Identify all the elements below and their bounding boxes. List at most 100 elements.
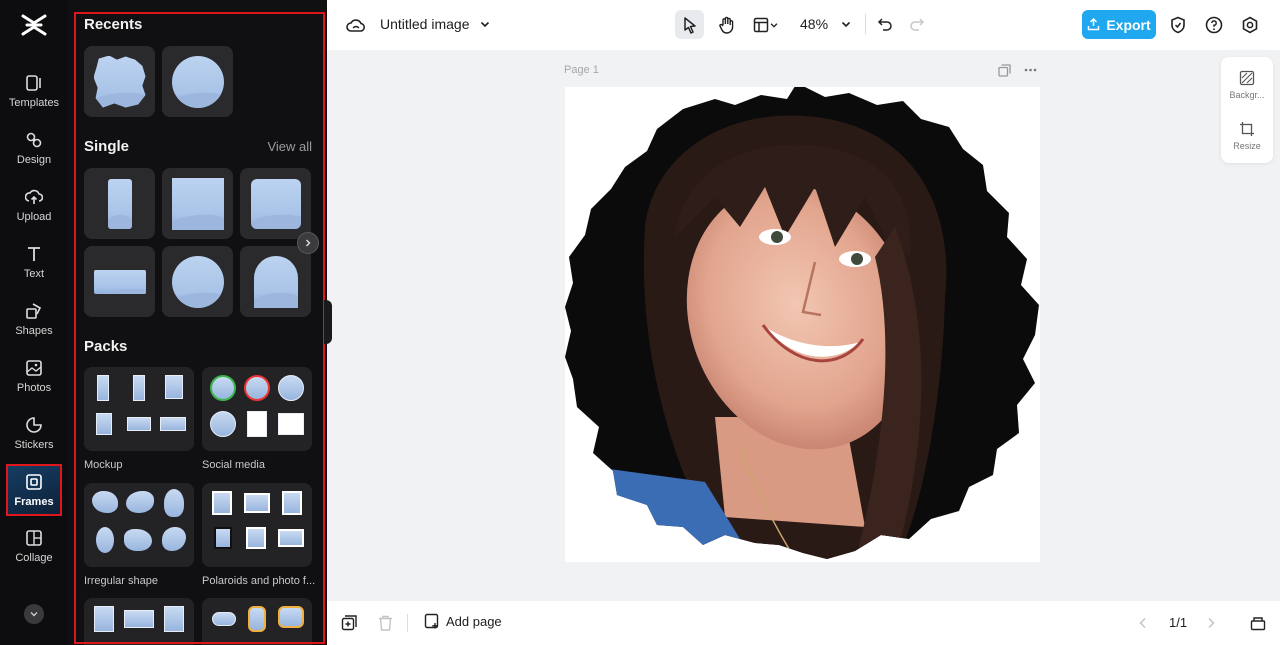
pack-speech-bubbles[interactable]	[202, 598, 312, 645]
next-page-button[interactable]	[1202, 614, 1220, 632]
single-frame-arch[interactable]	[240, 246, 311, 317]
rail-label-text: Text	[23, 267, 45, 280]
pack-torn-paper[interactable]	[84, 598, 194, 645]
rail-item-text[interactable]: Text	[6, 237, 62, 287]
background-tool-button[interactable]: Backgr...	[1221, 61, 1273, 109]
export-label: Export	[1106, 16, 1151, 33]
document-title[interactable]: Untitled image	[380, 16, 470, 32]
page-more-button[interactable]	[1022, 62, 1038, 78]
undo-button[interactable]	[874, 13, 896, 35]
cloud-save-button[interactable]	[345, 14, 367, 36]
shield-icon	[1171, 16, 1185, 34]
single-frame-phone[interactable]	[84, 168, 155, 239]
pack-label-irregular-shape: Irregular shape	[84, 575, 158, 587]
frames-panel: Recents Single View all Packs Mockup Soc…	[68, 0, 327, 645]
rail-item-templates[interactable]: Templates	[6, 66, 62, 116]
torn-frame-thumbnail	[93, 55, 146, 108]
single-frame-wide[interactable]	[84, 246, 155, 317]
view-all-link[interactable]: View all	[267, 139, 312, 154]
gear-icon	[1242, 16, 1258, 34]
background-icon	[1239, 70, 1255, 86]
redo-icon	[910, 18, 925, 31]
stickers-icon	[26, 416, 42, 433]
trash-icon	[378, 615, 392, 631]
background-tool-label: Backgr...	[1229, 90, 1265, 100]
add-page-icon	[424, 613, 439, 629]
select-tool-button[interactable]	[675, 10, 704, 39]
rail-label-frames: Frames	[14, 495, 54, 508]
layout-menu-button[interactable]	[748, 10, 784, 39]
frames-icon	[26, 473, 42, 490]
design-page[interactable]	[565, 87, 1040, 562]
collage-icon	[26, 529, 42, 546]
bottom-divider	[407, 614, 408, 632]
circle-frame-thumbnail	[171, 255, 224, 308]
rail-item-shapes[interactable]: Shapes	[6, 294, 62, 344]
rail-item-collage[interactable]: Collage	[6, 521, 62, 571]
left-rail: Templates Design Upload Text Shapes Phot…	[0, 0, 68, 645]
recents-title: Recents	[84, 16, 143, 33]
single-frame-square[interactable]	[162, 168, 233, 239]
upload-icon	[25, 189, 43, 204]
add-page-button[interactable]: Add page	[424, 613, 502, 629]
more-horizontal-icon	[1024, 68, 1036, 72]
arch-frame-thumbnail	[253, 255, 298, 308]
rail-item-upload[interactable]: Upload	[6, 180, 62, 230]
rail-item-design[interactable]: Design	[6, 123, 62, 173]
rail-label-design: Design	[16, 153, 52, 166]
recent-frame-circle[interactable]	[162, 46, 233, 117]
single-title: Single	[84, 138, 130, 155]
top-bar: Untitled image 48% Export	[327, 0, 1280, 50]
pages-icon	[1250, 617, 1266, 631]
more-tools-button[interactable]	[24, 604, 44, 624]
zoom-level[interactable]: 48%	[800, 16, 828, 32]
duplicate-page-button[interactable]	[996, 62, 1012, 78]
add-element-button[interactable]	[340, 614, 358, 632]
pack-label-social-media: Social media	[202, 459, 265, 471]
design-icon	[26, 132, 42, 147]
wide-frame-thumbnail	[93, 269, 146, 294]
settings-button[interactable]	[1239, 14, 1261, 36]
panel-collapse-handle[interactable]	[324, 300, 332, 344]
phone-frame-thumbnail	[107, 178, 132, 229]
resize-tool-button[interactable]: Resize	[1221, 112, 1273, 160]
shapes-icon	[26, 302, 42, 319]
rail-item-frames[interactable]: Frames	[6, 464, 62, 516]
zoom-dropdown[interactable]	[838, 15, 854, 33]
text-icon	[28, 246, 40, 261]
title-dropdown[interactable]	[477, 15, 493, 33]
pack-social-media[interactable]	[202, 367, 312, 451]
chevron-right-icon	[1208, 617, 1215, 629]
capcut-logo[interactable]	[20, 12, 48, 38]
framed-portrait-photo[interactable]	[565, 87, 1040, 562]
export-button[interactable]: Export	[1082, 10, 1156, 39]
hand-tool-button[interactable]	[712, 10, 741, 39]
rail-item-stickers[interactable]: Stickers	[6, 408, 62, 458]
layout-icon	[753, 17, 769, 32]
rail-label-stickers: Stickers	[14, 438, 54, 451]
toolbar-divider	[865, 14, 866, 34]
page-counter: 1/1	[1169, 615, 1188, 630]
single-frame-rounded[interactable]	[240, 168, 311, 239]
pack-polaroids[interactable]	[202, 483, 312, 567]
shield-button[interactable]	[1167, 14, 1189, 36]
chevron-down-icon	[480, 21, 490, 28]
photos-icon	[26, 359, 42, 376]
delete-page-button[interactable]	[376, 614, 394, 632]
help-button[interactable]	[1203, 14, 1225, 36]
recent-frame-torn[interactable]	[84, 46, 155, 117]
redo-button[interactable]	[906, 13, 928, 35]
single-frame-circle[interactable]	[162, 246, 233, 317]
single-scroll-right-button[interactable]	[297, 232, 319, 254]
templates-icon	[26, 74, 41, 91]
previous-page-button[interactable]	[1134, 614, 1152, 632]
page-label: Page 1	[564, 64, 599, 76]
pack-irregular-shape[interactable]	[84, 483, 194, 567]
rail-item-photos[interactable]: Photos	[6, 351, 62, 401]
chevron-left-icon	[1139, 617, 1146, 629]
chevron-down-icon	[841, 21, 851, 28]
page-manager-button[interactable]	[1249, 614, 1267, 632]
chevron-down-icon	[30, 612, 38, 617]
pack-mockup[interactable]	[84, 367, 194, 451]
packs-title: Packs	[84, 338, 128, 355]
